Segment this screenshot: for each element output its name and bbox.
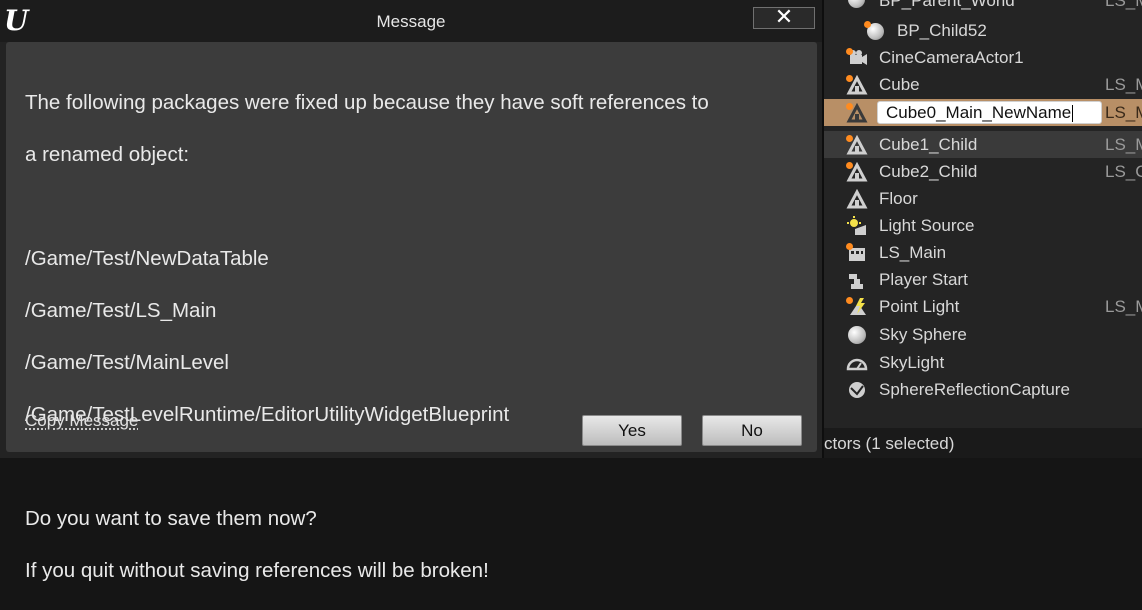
outliner-row[interactable]: Floor — [824, 185, 1142, 212]
modified-dot — [864, 21, 871, 28]
level-label: LS_M — [1105, 103, 1142, 122]
actor-label: Player Start — [879, 270, 968, 289]
dialog-title: Message — [376, 12, 446, 31]
outliner-row[interactable]: Player Start — [824, 266, 1142, 293]
package-path: /Game/Test/MainLevel — [25, 351, 229, 374]
package-path: /Game/TestLevelRuntime/EditorUtilityWidg… — [25, 403, 510, 426]
world-outliner: BP_Parent_World LS_M BP_Child52 CineCame… — [824, 0, 1142, 458]
message-line: The following packages were fixed up bec… — [25, 91, 709, 114]
outliner-row-selected[interactable]: Cube0_Main_NewName LS_M — [824, 99, 1142, 126]
copy-message-link[interactable]: Copy Message — [25, 411, 138, 431]
level-label: LS_M — [1105, 75, 1142, 94]
outliner-row[interactable]: BP_Parent_World LS_M — [824, 0, 1142, 14]
message-line: a renamed object: — [25, 143, 190, 166]
close-button[interactable]: ✕ — [753, 6, 815, 29]
message-dialog: U Message ✕ The following packages were … — [0, 0, 822, 582]
outliner-footer: ctors (1 selected) — [824, 428, 1142, 458]
outliner-row[interactable]: SkyLight — [824, 349, 1142, 376]
actor-label: SkyLight — [879, 353, 945, 372]
actor-count-status: ctors (1 selected) — [824, 434, 955, 453]
modified-dot — [846, 75, 853, 82]
actor-icon — [846, 135, 868, 155]
level-label: LS_M — [1105, 297, 1142, 316]
actor-icon — [846, 162, 868, 182]
outliner-row[interactable]: Point Light LS_M — [824, 293, 1142, 320]
message-text: The following packages were fixed up bec… — [25, 64, 805, 610]
light-icon — [846, 216, 868, 236]
point-light-icon — [846, 297, 868, 317]
actor-label: CineCameraActor1 — [879, 48, 1024, 67]
player-start-icon — [846, 270, 868, 290]
reflection-capture-icon — [846, 380, 868, 400]
package-path: /Game/Test/LS_Main — [25, 299, 217, 322]
outliner-row[interactable]: LS_Main — [824, 239, 1142, 266]
actor-label: Point Light — [879, 297, 960, 316]
level-label: LS_C — [1105, 162, 1142, 181]
actor-label: Light Source — [879, 216, 975, 235]
modified-dot — [846, 297, 853, 304]
outliner-row[interactable]: BP_Child52 — [824, 17, 1142, 44]
modified-dot — [846, 243, 853, 250]
dialog-titlebar[interactable]: U Message ✕ — [0, 0, 822, 42]
question-line: Do you want to save them now? — [25, 507, 317, 530]
rename-input-value: Cube0_Main_NewName — [886, 103, 1072, 122]
package-path: /Game/Test/NewDataTable — [25, 247, 269, 270]
yes-button[interactable]: Yes — [582, 415, 682, 446]
actor-icon — [846, 75, 868, 95]
dialog-content: The following packages were fixed up bec… — [6, 42, 817, 582]
level-label: LS_M — [1105, 0, 1142, 10]
actor-label: Cube2_Child — [879, 162, 978, 181]
rename-input[interactable]: Cube0_Main_NewName — [877, 101, 1102, 124]
actor-label: LS_Main — [879, 243, 947, 262]
actor-icon — [846, 103, 868, 123]
outliner-row[interactable]: Light Source — [824, 212, 1142, 239]
sequence-icon — [846, 243, 868, 263]
level-label: LS_M — [1105, 135, 1142, 154]
sphere-icon — [848, 0, 865, 8]
modified-dot — [846, 48, 853, 55]
outliner-row[interactable]: Cube1_Child LS_M — [824, 131, 1142, 158]
actor-icon — [846, 189, 868, 209]
modified-dot — [846, 162, 853, 169]
sphere-icon — [848, 326, 866, 344]
actor-label: BP_Child52 — [897, 21, 987, 40]
outliner-row[interactable]: Sky Sphere — [824, 321, 1142, 348]
actor-label: Cube1_Child — [879, 135, 978, 154]
outliner-row[interactable]: Cube2_Child LS_C — [824, 158, 1142, 185]
outliner-row[interactable]: SphereReflectionCapture — [824, 376, 1142, 403]
sphere-icon — [864, 21, 886, 41]
actor-label: Sky Sphere — [879, 325, 967, 344]
modified-dot — [846, 135, 853, 142]
outliner-row[interactable]: Cube LS_M — [824, 71, 1142, 98]
actor-label: BP_Parent_World — [879, 0, 1015, 10]
text-caret — [1072, 105, 1074, 123]
warning-line: If you quit without saving references wi… — [25, 559, 489, 582]
skylight-icon — [846, 353, 868, 373]
actor-label: Floor — [879, 189, 918, 208]
actor-label: SphereReflectionCapture — [879, 380, 1070, 399]
no-button[interactable]: No — [702, 415, 802, 446]
modified-dot — [846, 103, 853, 110]
outliner-row[interactable]: CineCameraActor1 — [824, 44, 1142, 71]
camera-icon — [846, 48, 868, 68]
actor-label: Cube — [879, 75, 920, 94]
